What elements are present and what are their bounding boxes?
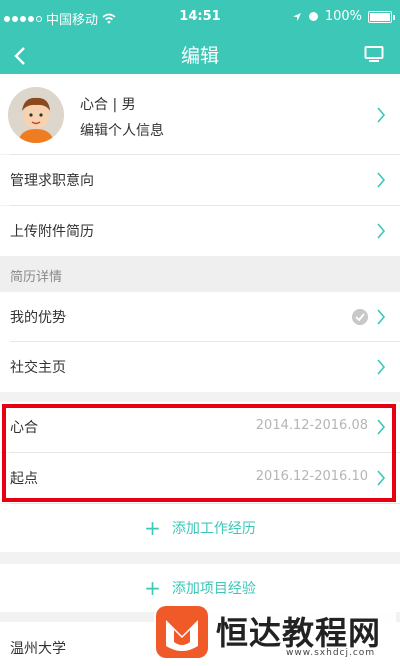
nav-bar: 编辑 (0, 36, 400, 74)
profile-name: 心合 | 男 (80, 97, 136, 113)
add-work-experience-button[interactable]: + 添加工作经历 (0, 504, 400, 552)
watermark-url: www.sxhdcj.com (286, 648, 376, 658)
avatar[interactable] (8, 87, 64, 143)
add-work-label: 添加工作经历 (171, 521, 256, 537)
status-right: 100% (292, 9, 395, 24)
section-header-label: 简历详情 (10, 270, 63, 285)
job-intention-row[interactable]: 管理求职意向 (0, 155, 400, 205)
job-intention-label: 管理求职意向 (10, 173, 94, 189)
resume-details-header: 简历详情 (0, 256, 400, 292)
chevron-right-icon (377, 172, 386, 188)
chevron-right-icon (377, 107, 386, 123)
battery-icon (368, 10, 395, 23)
upload-resume-label: 上传附件简历 (10, 224, 94, 240)
avatar-illustration-icon (8, 87, 64, 143)
my-advantage-label: 我的优势 (10, 310, 66, 326)
alarm-icon (308, 12, 318, 21)
company-name: 起点 (10, 471, 38, 487)
fox-logo-icon (156, 606, 208, 658)
chevron-right-icon (377, 419, 386, 435)
chevron-right-icon (377, 309, 386, 325)
location-arrow-icon (292, 12, 301, 21)
check-circle-icon (352, 309, 368, 325)
company-name: 心合 (10, 420, 38, 436)
add-project-label: 添加项目经验 (171, 581, 256, 597)
status-bar: 中国移动 14:51 100% (0, 0, 400, 36)
battery-percent: 100% (324, 9, 362, 24)
work-experience-row[interactable]: 起点 2016.12-2016.10 (0, 453, 400, 503)
chevron-right-icon (377, 359, 386, 375)
plus-icon: + (144, 516, 161, 540)
work-period: 2014.12-2016.08 (255, 418, 368, 433)
monitor-icon[interactable] (364, 44, 384, 64)
school-name: 温州大学 (10, 641, 66, 657)
social-homepage-label: 社交主页 (10, 360, 66, 376)
social-homepage-row[interactable]: 社交主页 (0, 342, 400, 392)
page-title: 编辑 (180, 45, 219, 67)
profile-card[interactable]: 心合 | 男 编辑个人信息 (0, 74, 400, 154)
edit-profile-label: 编辑个人信息 (80, 123, 164, 139)
work-period: 2016.12-2016.10 (255, 469, 368, 484)
watermark-logo: 恒达教程网 www.sxhdcj.com (154, 604, 396, 662)
my-advantage-row[interactable]: 我的优势 (0, 292, 400, 342)
upload-resume-row[interactable]: 上传附件简历 (0, 206, 400, 256)
work-experience-row[interactable]: 心合 2014.12-2016.08 (0, 402, 400, 452)
chevron-right-icon (377, 470, 386, 486)
chevron-right-icon (377, 223, 386, 239)
